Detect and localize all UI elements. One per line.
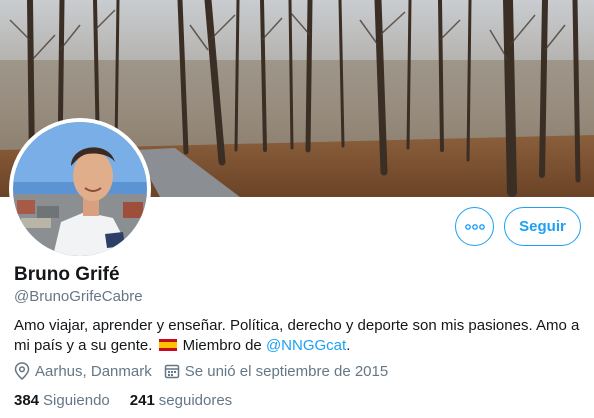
profile-name: Bruno Grifé (14, 264, 120, 285)
joined-text: Se unió el septiembre de 2015 (184, 362, 389, 380)
location-text: Aarhus, Danmark (35, 362, 152, 380)
avatar-photo (13, 122, 147, 256)
following-link[interactable]: 384 Siguiendo (14, 392, 110, 409)
profile-meta: Aarhus, Danmark Se unió el septiembre de… (14, 362, 388, 380)
spain-flag-icon (158, 339, 177, 351)
calendar-icon (164, 364, 179, 379)
bio-mention-link[interactable]: @NNGGcat (266, 337, 346, 354)
profile-handle: @BrunoGrifeCabre (14, 288, 143, 305)
location-pin-icon (14, 362, 30, 380)
followers-label: seguidores (158, 392, 233, 409)
more-dots-icon (464, 223, 485, 230)
following-count: 384 (14, 392, 40, 409)
followers-link[interactable]: 241 seguidores (130, 392, 232, 409)
bio-text-end: . (346, 337, 351, 354)
more-options-button[interactable] (455, 207, 494, 246)
profile-bio: Amo viajar, aprender y enseñar. Política… (14, 316, 584, 356)
profile-avatar[interactable] (9, 118, 151, 260)
followers-count: 241 (129, 392, 155, 409)
location-item: Aarhus, Danmark (14, 362, 152, 380)
profile-stats: 384 Siguiendo 241 seguidores (14, 392, 232, 409)
follow-button[interactable]: Seguir (504, 207, 581, 246)
bio-text-member: Miembro de (182, 337, 262, 354)
following-label: Siguiendo (43, 392, 110, 409)
joined-item: Se unió el septiembre de 2015 (164, 363, 388, 380)
